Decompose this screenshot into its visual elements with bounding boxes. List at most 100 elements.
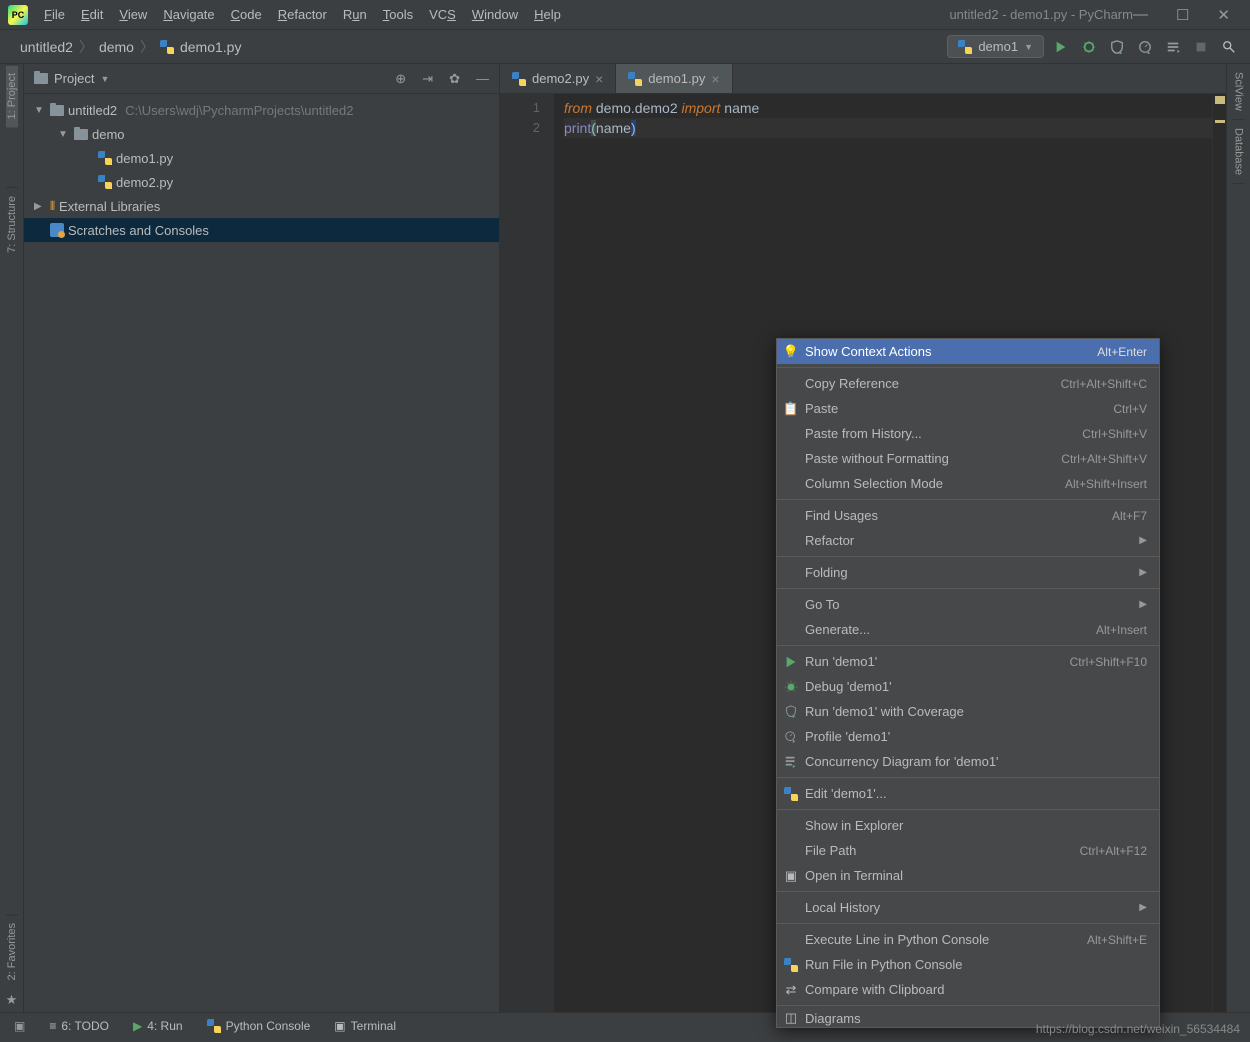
- locate-icon[interactable]: ⊕: [395, 71, 406, 87]
- cm-show-context-actions[interactable]: 💡 Show Context Actions Alt+Enter: [777, 339, 1159, 364]
- cm-run[interactable]: Run 'demo1'Ctrl+Shift+F10: [777, 649, 1159, 674]
- breadcrumb-root[interactable]: untitled2: [20, 39, 73, 55]
- tree-file-demo1[interactable]: demo1.py: [24, 146, 499, 170]
- hide-icon[interactable]: —: [476, 71, 489, 87]
- tree-folder-demo[interactable]: ▼ demo: [24, 122, 499, 146]
- tree-root[interactable]: ▼ untitled2 C:\Users\wdj\PycharmProjects…: [24, 98, 499, 122]
- pycharm-icon: PC: [8, 5, 28, 25]
- tree-scratches[interactable]: Scratches and Consoles: [24, 218, 499, 242]
- cm-paste-history[interactable]: Paste from History...Ctrl+Shift+V: [777, 421, 1159, 446]
- cm-paste[interactable]: 📋PasteCtrl+V: [777, 396, 1159, 421]
- python-file-icon: [628, 72, 642, 86]
- maximize-icon[interactable]: ☐: [1176, 6, 1189, 24]
- cm-folding[interactable]: Folding▶: [777, 560, 1159, 585]
- tree-file-demo2[interactable]: demo2.py: [24, 170, 499, 194]
- python-file-icon: [98, 175, 112, 189]
- bottom-terminal-button[interactable]: ▣Terminal: [334, 1019, 396, 1033]
- menu-tools[interactable]: Tools: [383, 7, 413, 22]
- cm-column-selection[interactable]: Column Selection ModeAlt+Shift+Insert: [777, 471, 1159, 496]
- menu-file[interactable]: File: [44, 7, 65, 22]
- separator: [777, 556, 1159, 557]
- folder-icon: [34, 73, 48, 84]
- line-number: 1: [500, 98, 540, 118]
- cm-edit-config[interactable]: Edit 'demo1'...: [777, 781, 1159, 806]
- menu-refactor[interactable]: Refactor: [278, 7, 327, 22]
- python-file-icon: [512, 72, 526, 86]
- tab-demo1[interactable]: demo1.py ×: [616, 64, 732, 93]
- cm-generate[interactable]: Generate...Alt+Insert: [777, 617, 1159, 642]
- bottom-todo-button[interactable]: ≡6: TODO: [49, 1019, 109, 1033]
- debug-icon[interactable]: [1082, 40, 1096, 54]
- cm-debug[interactable]: Debug 'demo1': [777, 674, 1159, 699]
- tool-project-button[interactable]: 1: Project: [6, 64, 18, 127]
- warning-marker[interactable]: [1215, 96, 1225, 104]
- expand-arrow-icon[interactable]: ▶: [34, 201, 46, 212]
- run-icon[interactable]: [1054, 40, 1068, 54]
- run-icon: [783, 654, 799, 670]
- bottom-console-button[interactable]: Python Console: [207, 1019, 311, 1033]
- minimize-icon[interactable]: —: [1133, 6, 1148, 24]
- chevron-down-icon: ▼: [1024, 42, 1033, 52]
- collapse-icon[interactable]: ⇥: [422, 71, 433, 87]
- breadcrumb-folder[interactable]: demo: [99, 39, 134, 55]
- line-gutter: 1 2: [500, 94, 554, 1012]
- menu-edit[interactable]: Edit: [81, 7, 103, 22]
- tab-label: demo1.py: [648, 71, 705, 86]
- profile-icon[interactable]: [1138, 40, 1152, 54]
- search-icon[interactable]: [1222, 40, 1236, 54]
- cm-execute-line[interactable]: Execute Line in Python ConsoleAlt+Shift+…: [777, 927, 1159, 952]
- tab-demo2[interactable]: demo2.py ×: [500, 64, 616, 93]
- cm-profile[interactable]: Profile 'demo1': [777, 724, 1159, 749]
- gear-icon[interactable]: ✿: [449, 71, 460, 87]
- menu-view[interactable]: View: [119, 7, 147, 22]
- cm-concurrency[interactable]: Concurrency Diagram for 'demo1': [777, 749, 1159, 774]
- menu-help[interactable]: Help: [534, 7, 561, 22]
- python-icon: [207, 1019, 221, 1033]
- chevron-down-icon[interactable]: ▼: [100, 74, 109, 84]
- titlebar: PC File Edit View Navigate Code Refactor…: [0, 0, 1250, 30]
- bottom-run-button[interactable]: ▶4: Run: [133, 1019, 183, 1033]
- tool-sciview-button[interactable]: SciView: [1233, 64, 1245, 120]
- python-icon: [783, 957, 799, 973]
- tool-structure-button[interactable]: 7: Structure: [6, 187, 18, 261]
- cm-open-terminal[interactable]: ▣Open in Terminal: [777, 863, 1159, 888]
- debug-icon: [783, 679, 799, 695]
- chevron-right-icon: 〉: [79, 37, 93, 57]
- cm-find-usages[interactable]: Find UsagesAlt+F7: [777, 503, 1159, 528]
- stop-icon[interactable]: [1194, 40, 1208, 54]
- close-tab-icon[interactable]: ×: [595, 71, 603, 87]
- close-icon[interactable]: ✕: [1217, 6, 1230, 24]
- menu-vcs[interactable]: VCS: [429, 7, 456, 22]
- tool-window-icon[interactable]: ▣: [14, 1019, 25, 1033]
- menu-window[interactable]: Window: [472, 7, 518, 22]
- close-tab-icon[interactable]: ×: [711, 71, 719, 87]
- cm-copy-reference[interactable]: Copy ReferenceCtrl+Alt+Shift+C: [777, 371, 1159, 396]
- cm-local-history[interactable]: Local History▶: [777, 895, 1159, 920]
- menu-navigate[interactable]: Navigate: [163, 7, 214, 22]
- menu-code[interactable]: Code: [231, 7, 262, 22]
- cm-compare-clipboard[interactable]: ⇄Compare with Clipboard: [777, 977, 1159, 1002]
- tree-label: demo1.py: [116, 151, 173, 166]
- cm-refactor[interactable]: Refactor▶: [777, 528, 1159, 553]
- coverage-icon[interactable]: [1110, 40, 1124, 54]
- breadcrumb-file[interactable]: demo1.py: [180, 39, 241, 55]
- warning-marker[interactable]: [1215, 120, 1225, 123]
- cm-goto[interactable]: Go To▶: [777, 592, 1159, 617]
- separator: [777, 645, 1159, 646]
- separator: [777, 923, 1159, 924]
- menu-run[interactable]: Run: [343, 7, 367, 22]
- run-icon: ▶: [133, 1019, 142, 1033]
- tool-database-button[interactable]: Database: [1233, 120, 1245, 184]
- concurrency-icon[interactable]: [1166, 40, 1180, 54]
- tree-external-libraries[interactable]: ▶ ⫴ External Libraries: [24, 194, 499, 218]
- collapse-arrow-icon[interactable]: ▼: [34, 105, 46, 116]
- cm-run-file-console[interactable]: Run File in Python Console: [777, 952, 1159, 977]
- code-line-1: from demo.demo2 import name: [564, 98, 1212, 118]
- run-config-selector[interactable]: demo1 ▼: [947, 35, 1044, 58]
- tool-favorites-button[interactable]: 2: Favorites: [6, 914, 18, 988]
- collapse-arrow-icon[interactable]: ▼: [58, 129, 70, 140]
- cm-show-explorer[interactable]: Show in Explorer: [777, 813, 1159, 838]
- cm-file-path[interactable]: File PathCtrl+Alt+F12: [777, 838, 1159, 863]
- cm-coverage[interactable]: Run 'demo1' with Coverage: [777, 699, 1159, 724]
- cm-paste-without-formatting[interactable]: Paste without FormattingCtrl+Alt+Shift+V: [777, 446, 1159, 471]
